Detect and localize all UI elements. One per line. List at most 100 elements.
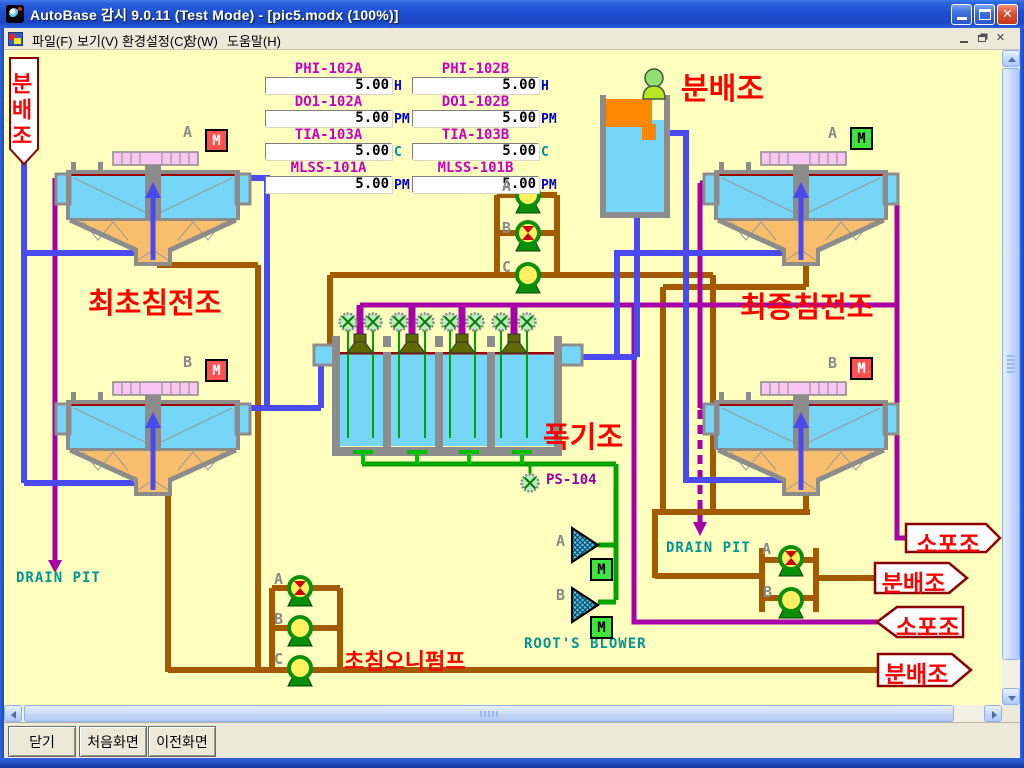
roots-blower-label: ROOT'S BLOWER — [524, 636, 647, 652]
letter-transfer-pump-b: B — [763, 583, 772, 601]
thumb-grip — [1007, 355, 1015, 373]
tag-do1-102a: DO1-102A — [265, 94, 392, 110]
tag-tia-103a: TIA-103A — [265, 127, 392, 143]
value-tia-103a: 5.00 — [265, 143, 392, 160]
mdi-minimize-icon — [960, 41, 968, 43]
value-mlss-101a: 5.00 — [265, 176, 392, 193]
unit-tia-103b: C — [541, 145, 549, 160]
scum-pump-group-center[interactable] — [516, 184, 540, 293]
menu-help[interactable]: 도움말(H) — [227, 31, 281, 50]
window-border-bottom — [0, 758, 1024, 768]
window-title: AutoBase 감시 9.0.11 (Test Mode) - [pic5.m… — [30, 5, 399, 25]
close-screen-button[interactable]: 닫기 — [8, 726, 76, 757]
tag-tia-103b: TIA-103B — [412, 127, 539, 143]
menu-window[interactable]: 창(W) — [185, 31, 218, 50]
letter-sludge-pump-a: A — [274, 570, 283, 588]
drain-pit-left-label: DRAIN PIT — [16, 570, 101, 586]
letter-blower-b: B — [556, 586, 565, 604]
valve-ps-104[interactable] — [522, 475, 539, 492]
letter-blower-a: A — [556, 532, 565, 550]
letter-primary-b: B — [183, 353, 192, 371]
unit-do1-102b: PM — [541, 112, 557, 127]
scroll-up-button[interactable] — [1002, 50, 1020, 67]
maximize-button[interactable] — [974, 4, 995, 25]
title-bar[interactable]: AutoBase 감시 9.0.11 (Test Mode) - [pic5.m… — [0, 0, 1024, 28]
transfer-pump-group-right[interactable] — [779, 547, 803, 618]
unit-do1-102a: PM — [394, 112, 410, 127]
defoam-arrow-1-label: 소포조 — [908, 525, 988, 559]
document-icon[interactable] — [8, 32, 23, 46]
final-clarifier-a — [704, 152, 898, 266]
drain-pit-right-label: DRAIN PIT — [666, 540, 751, 556]
motor-final-b[interactable]: M — [850, 357, 873, 380]
distribution-tank — [600, 69, 670, 218]
value-do1-102a: 5.00 — [265, 110, 392, 127]
arrow-right-icon — [992, 711, 997, 719]
minimize-icon — [957, 17, 967, 20]
letter-center-pump-c: C — [502, 258, 511, 276]
dist-arrow-2-label: 분배조 — [876, 564, 951, 598]
drain-arrow-right — [693, 522, 707, 536]
tag-phi-102a: PHI-102A — [265, 61, 392, 77]
motor-primary-b[interactable]: M — [205, 359, 228, 382]
unit-mlss-101b: PM — [541, 178, 557, 193]
scroll-left-button[interactable] — [4, 705, 22, 722]
dist-arrow-4-label: 분배조 — [879, 655, 954, 689]
final-clarifier-label: 최종침전조 — [740, 284, 873, 326]
previous-screen-button[interactable]: 이전화면 — [148, 726, 216, 757]
ps-104-label: PS-104 — [546, 472, 597, 488]
menu-settings[interactable]: 환경설정(C) — [122, 31, 188, 50]
primary-clarifier-b — [56, 382, 250, 496]
mdi-close-button[interactable]: ✕ — [992, 31, 1009, 46]
unit-phi-102a: H — [394, 79, 402, 94]
thumb-grip — [480, 711, 498, 717]
maximize-icon — [979, 9, 991, 20]
primary-clarifier-a — [56, 152, 250, 266]
mdi-restore-button[interactable] — [974, 31, 991, 46]
motor-final-a[interactable]: M — [850, 127, 873, 150]
defoam-arrow-3-label: 소포조 — [890, 608, 965, 642]
dist-label-left: 분배조 — [12, 63, 36, 159]
motor-blower-a[interactable]: M — [590, 558, 613, 581]
home-screen-button[interactable]: 처음화면 — [79, 726, 147, 757]
minimize-button[interactable] — [951, 4, 972, 25]
letter-sludge-pump-b: B — [274, 610, 283, 628]
primary-clarifier-label: 최초침전조 — [88, 280, 221, 322]
arrow-up-icon — [1008, 57, 1016, 62]
tag-phi-102b: PHI-102B — [412, 61, 539, 77]
mdi-minimize-button[interactable] — [956, 31, 973, 46]
value-phi-102a: 5.00 — [265, 77, 392, 94]
vertical-scroll-thumb[interactable] — [1002, 68, 1020, 660]
aeration-air-valves[interactable] — [340, 314, 536, 331]
aeration-tank — [314, 336, 582, 456]
mdi-restore-icon — [978, 35, 986, 42]
tag-mlss-101a: MLSS-101A — [265, 160, 392, 176]
close-button[interactable]: ✕ — [997, 4, 1018, 25]
scroll-down-button[interactable] — [1002, 688, 1020, 705]
value-phi-102b: 5.00 — [412, 77, 539, 94]
tag-do1-102b: DO1-102B — [412, 94, 539, 110]
menu-file[interactable]: 파일(F) — [32, 31, 73, 50]
autobase-window: AutoBase 감시 9.0.11 (Test Mode) - [pic5.m… — [0, 0, 1024, 768]
menu-view[interactable]: 보기(V) — [77, 31, 118, 50]
dist-label-top: 분배조 — [681, 64, 764, 108]
tag-mlss-101b: MLSS-101B — [412, 160, 539, 176]
letter-transfer-pump-a: A — [762, 540, 771, 558]
horizontal-scroll-thumb[interactable] — [24, 705, 954, 722]
value-mlss-101b: 5.00 — [412, 176, 539, 193]
sludge-pump-group-left[interactable] — [288, 577, 312, 686]
person-body — [643, 86, 665, 99]
motor-primary-a[interactable]: M — [205, 129, 228, 152]
app-icon — [6, 5, 24, 23]
arrow-down-icon — [1008, 696, 1016, 701]
scroll-right-button[interactable] — [984, 705, 1002, 722]
value-tia-103b: 5.00 — [412, 143, 539, 160]
arrow-left-icon — [11, 711, 16, 719]
bottom-toolbar: 닫기 처음화면 이전화면 — [4, 722, 1020, 758]
unit-mlss-101a: PM — [394, 178, 410, 193]
person-icon — [645, 69, 663, 87]
motor-blower-b[interactable]: M — [590, 616, 613, 639]
letter-final-a: A — [828, 124, 837, 142]
letter-final-b: B — [828, 354, 837, 372]
sludge-pump-label: 초침오니펌프 — [344, 644, 465, 676]
